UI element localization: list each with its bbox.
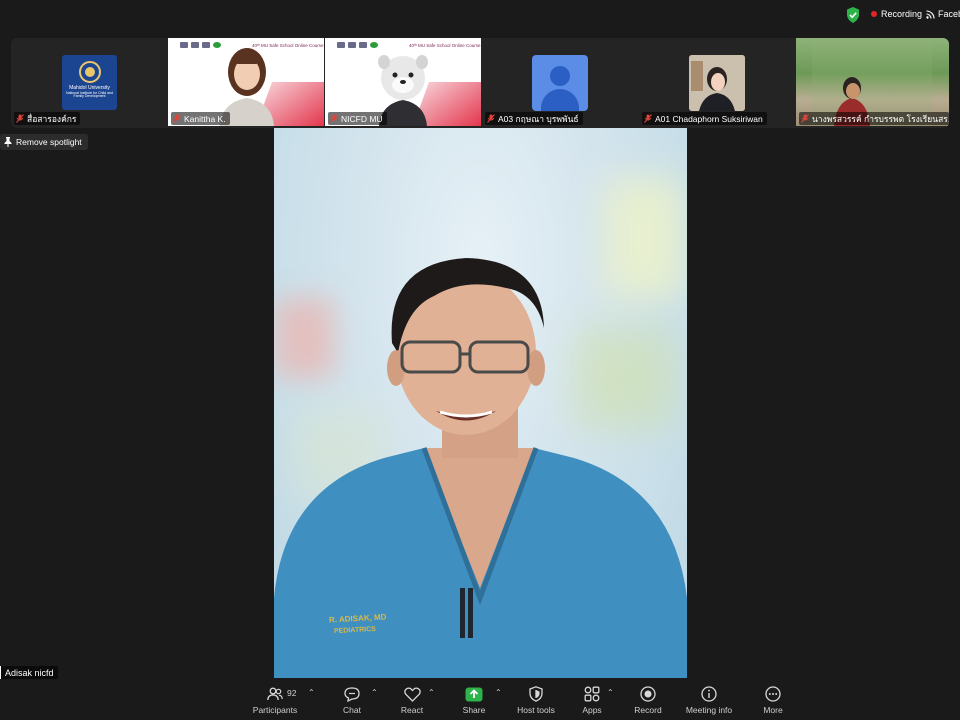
participants-icon	[264, 684, 286, 704]
chat-icon	[341, 684, 363, 704]
remove-spotlight-button[interactable]: Remove spotlight	[0, 134, 88, 150]
participant-name-tag: A03 กฤษณา บุรพพันธ์	[485, 112, 583, 125]
record-icon	[637, 684, 659, 704]
mic-muted-icon	[16, 114, 24, 123]
heart-icon	[401, 684, 423, 704]
participants-options-chevron-icon[interactable]: ⌃	[308, 688, 315, 697]
participant-name-tag: NICFD MU	[328, 112, 387, 125]
participant-tile[interactable]: A01 Chadaphorn Suksiriwan	[639, 38, 795, 126]
share-label: Share	[462, 705, 486, 715]
pin-icon	[4, 137, 12, 147]
livestream-icon	[926, 9, 935, 19]
participant-tile[interactable]: 40ᵗʰ MU Safe School Online Course Kanitt…	[168, 38, 324, 126]
info-icon	[698, 684, 720, 704]
share-options-chevron-icon[interactable]: ⌃	[495, 688, 502, 697]
react-label: React	[400, 705, 424, 715]
record-button[interactable]: Record	[631, 684, 665, 718]
top-status-bar: Recording Faceb	[0, 0, 960, 30]
record-label: Record	[634, 705, 662, 715]
mic-muted-icon	[801, 114, 809, 123]
encryption-shield-icon[interactable]	[846, 7, 860, 23]
participant-thumbnail-strip: Mahidol University National Institute fo…	[11, 38, 949, 128]
share-screen-button[interactable]: Share	[458, 684, 490, 718]
recording-label: Recording	[881, 9, 923, 19]
meeting-info-label: Meeting info	[685, 705, 733, 715]
speaker-video-feed	[274, 258, 687, 678]
remove-spotlight-label: Remove spotlight	[16, 137, 82, 147]
react-button[interactable]: React	[396, 684, 428, 718]
spotlight-video[interactable]: R. ADISAK, MD PEDIATRICS	[274, 128, 687, 678]
participant-name-tag: A01 Chadaphorn Suksiriwan	[642, 112, 767, 125]
share-screen-icon	[463, 684, 485, 704]
meeting-info-button[interactable]: Meeting info	[684, 684, 734, 718]
react-options-chevron-icon[interactable]: ⌃	[428, 688, 435, 697]
default-avatar-icon	[532, 55, 588, 111]
host-tools-shield-icon	[525, 684, 547, 704]
mic-muted-icon	[330, 114, 338, 123]
livestream-label: Faceb	[938, 9, 960, 19]
participant-name-tag: นางพรสวรรค์ กำรบรรพต โรงเรียนสร...	[799, 112, 949, 125]
spotlight-name-tag: Adisak nicfd	[0, 666, 58, 679]
mic-muted-icon	[487, 114, 495, 123]
zoom-meeting-window: Recording Faceb Mahidol University Natio…	[0, 0, 960, 720]
mic-muted-icon	[644, 114, 652, 123]
mahidol-university-logo: Mahidol University National Institute fo…	[62, 55, 117, 110]
livestream-indicator[interactable]: Faceb	[926, 9, 960, 19]
chat-button[interactable]: Chat	[336, 684, 368, 718]
participants-count: 92	[287, 688, 297, 698]
more-label: More	[763, 705, 783, 715]
participant-tile[interactable]: Mahidol University National Institute fo…	[11, 38, 167, 126]
apps-button[interactable]: Apps	[576, 684, 608, 718]
participant-tile[interactable]: A03 กฤษณา บุรพพันธ์	[482, 38, 638, 126]
participants-label: Participants	[252, 705, 298, 715]
host-tools-button[interactable]: Host tools	[514, 684, 558, 718]
mic-muted-icon	[173, 114, 181, 123]
more-icon	[762, 684, 784, 704]
chat-label: Chat	[343, 705, 361, 715]
apps-label: Apps	[582, 705, 602, 715]
recording-dot-icon	[871, 11, 877, 17]
participant-profile-photo	[689, 55, 745, 111]
participant-tile[interactable]: นางพรสวรรค์ กำรบรรพต โรงเรียนสร...	[796, 38, 949, 126]
participant-name-tag: สื่อสารองค์กร	[14, 112, 81, 125]
chat-options-chevron-icon[interactable]: ⌃	[371, 688, 378, 697]
meeting-controls-toolbar: Participants 92 ⌃ Chat ⌃ React ⌃ Share ⌃	[0, 680, 960, 720]
more-button[interactable]: More	[757, 684, 789, 718]
apps-options-chevron-icon[interactable]: ⌃	[607, 688, 614, 697]
recording-indicator[interactable]: Recording	[871, 9, 922, 19]
participant-tile[interactable]: 40ᵗʰ MU Safe School Online Course NICFD …	[325, 38, 481, 126]
apps-icon	[581, 684, 603, 704]
host-tools-label: Host tools	[517, 705, 555, 715]
participant-name-tag: Kanittha K.	[171, 112, 230, 125]
